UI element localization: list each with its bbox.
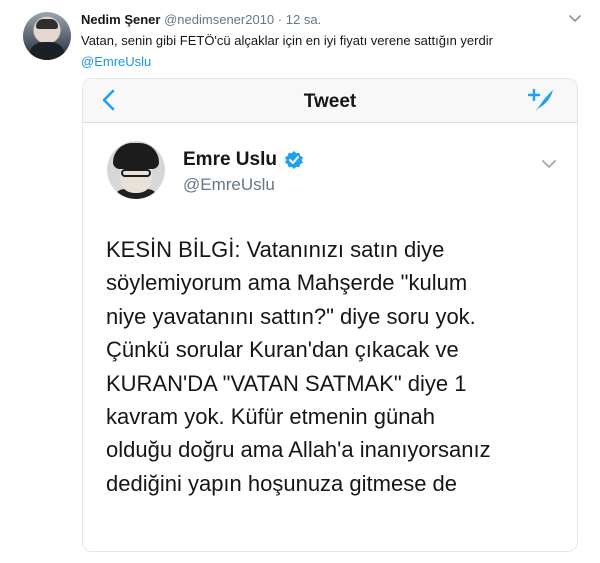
body-line: olduğu doğru ama Allah'a inanıyorsanız <box>106 437 491 463</box>
author-avatar[interactable] <box>23 12 71 60</box>
embedded-author-avatar <box>107 141 165 199</box>
body-line: Çünkü sorular Kuran'dan çıkacak ve <box>106 337 459 363</box>
verified-badge-icon <box>285 151 303 169</box>
chevron-down-icon <box>542 160 556 168</box>
body-line: KESİN BİLGİ: Vatanınızı satın diye <box>106 237 445 262</box>
mention-link[interactable]: @EmreUslu <box>81 54 151 69</box>
author-handle[interactable]: @nedimsener2010 <box>164 12 274 27</box>
embedded-author-handle: @EmreUslu <box>183 175 275 194</box>
separator-dot: · <box>277 12 283 27</box>
card-title: Tweet <box>303 91 357 112</box>
embedded-tweet-body: KESİN BİLGİ: Vatanınızı satın diye söyle… <box>106 233 566 500</box>
body-line: kavram yok. Küfür etmenin günah <box>106 404 435 430</box>
tweet-text: Vatan, senin gibi FETÖ'cü alçaklar için … <box>81 33 493 48</box>
body-line: dediğini yapın hoşunuza gitmese de <box>106 470 458 496</box>
body-line: KURAN'DA "VATAN SATMAK" diye 1 <box>106 370 467 396</box>
compose-tweet-icon[interactable] <box>527 87 555 113</box>
tweet-container: Nedim Şener @nedimsener2010 · 12 sa. Vat… <box>0 0 600 563</box>
tweet-header: Nedim Şener @nedimsener2010 · 12 sa. <box>81 12 321 27</box>
chevron-down-icon[interactable] <box>568 14 582 24</box>
tweet-timestamp[interactable]: 12 sa. <box>286 12 321 27</box>
embedded-screenshot-card[interactable]: Tweet Emre Uslu @EmreUslu KESİN BİLGİ: V… <box>82 78 578 552</box>
author-name[interactable]: Nedim Şener <box>81 12 160 27</box>
embedded-author-name: Emre Uslu <box>183 149 277 170</box>
card-header: Tweet <box>83 79 577 123</box>
body-line: söylemiyorum ama Mahşerde "kulum <box>106 270 468 296</box>
body-line: niye yavatanını sattın?" diye soru yok. <box>106 303 476 329</box>
